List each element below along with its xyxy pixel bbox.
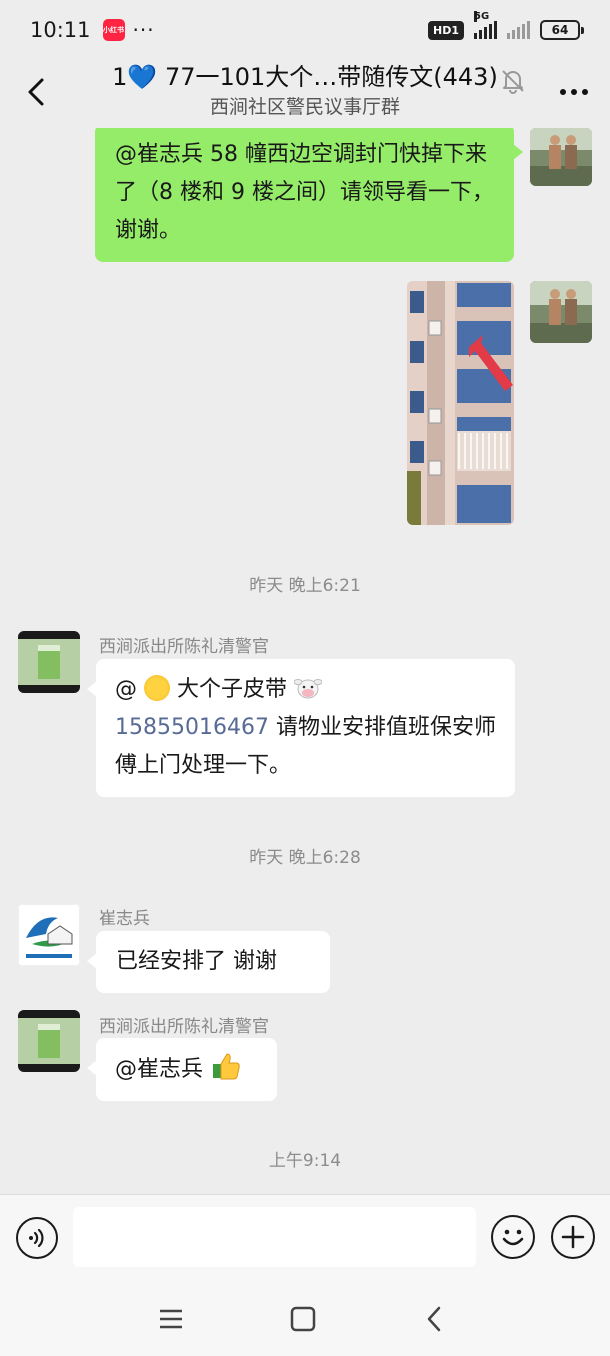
avatar-officer[interactable] bbox=[18, 1010, 80, 1072]
avatar-officer[interactable] bbox=[18, 631, 80, 693]
bell-off-icon bbox=[502, 70, 524, 94]
header-titles: 1💙 77一101大个…带随传文(443) 西涧社区警民议事厅群 bbox=[70, 60, 540, 120]
mention-name: 大个子皮带 bbox=[170, 677, 287, 702]
smiley-icon bbox=[502, 1229, 524, 1246]
avatar-self[interactable] bbox=[530, 128, 592, 186]
more-notifications-indicator: ··· bbox=[132, 18, 155, 42]
chevron-left-icon bbox=[28, 78, 44, 106]
sender-name: 西涧派出所陈礼清警官 bbox=[99, 1017, 269, 1037]
message-input[interactable] bbox=[73, 1207, 476, 1267]
building-photo bbox=[407, 281, 514, 525]
chat-title: 1💙 77一101大个…带随传文(443) bbox=[112, 63, 498, 91]
chat-subtitle: 西涧社区警民议事厅群 bbox=[209, 96, 400, 118]
more-icon bbox=[560, 89, 588, 95]
mention-symbol: @ bbox=[115, 677, 137, 702]
voice-button[interactable] bbox=[16, 1217, 58, 1259]
phone-number-link[interactable]: 15855016467 bbox=[115, 715, 269, 740]
message-text: @崔志兵 bbox=[115, 1057, 210, 1082]
cow-emoji-icon bbox=[294, 679, 322, 699]
recent-apps-button[interactable] bbox=[151, 1302, 191, 1336]
status-indicators: HD1 5G 64 bbox=[428, 11, 584, 40]
home-button[interactable] bbox=[283, 1302, 323, 1336]
sender-name: 西涧派出所陈礼清警官 bbox=[99, 637, 269, 657]
battery-icon: 64 bbox=[540, 20, 584, 40]
back-button[interactable] bbox=[18, 74, 54, 110]
voice-icon bbox=[29, 1228, 44, 1248]
more-actions-button[interactable] bbox=[551, 1215, 595, 1259]
hd-badge: HD1 bbox=[428, 20, 464, 40]
timestamp: 上午9:14 bbox=[268, 1151, 342, 1171]
menu-icon bbox=[160, 1309, 182, 1329]
square-icon bbox=[290, 1306, 316, 1332]
input-bar bbox=[0, 1194, 610, 1280]
emoji-button[interactable] bbox=[491, 1215, 535, 1259]
thumbs-up-emoji-icon bbox=[213, 1053, 240, 1080]
message-bubble-incoming[interactable]: @崔志兵 bbox=[87, 1038, 277, 1101]
signal-icon bbox=[507, 21, 530, 39]
message-text: @崔志兵 58 幢西边空调封门快掉下来了（8 楼和 9 楼之间）请领导看一下，谢… bbox=[115, 142, 494, 243]
avatar-photo bbox=[530, 281, 592, 343]
company-logo bbox=[18, 904, 80, 966]
avatar-self[interactable] bbox=[530, 281, 592, 343]
message-bubble-outgoing[interactable]: @崔志兵 58 幢西边空调封门快掉下来了（8 楼和 9 楼之间）请领导看一下，谢… bbox=[95, 128, 523, 262]
chat-header: 1💙 77一101大个…带随传文(443) 西涧社区警民议事厅群 bbox=[0, 60, 610, 128]
sender-name: 崔志兵 bbox=[99, 909, 150, 929]
chevron-left-icon bbox=[427, 1306, 441, 1332]
plus-icon bbox=[561, 1225, 585, 1249]
message-bubble-incoming[interactable]: @ 大个子皮带 15855016467 请物业安排值班保安师傅上门处理一下。 bbox=[87, 659, 515, 797]
avatar-property-company[interactable] bbox=[18, 904, 80, 966]
more-button[interactable] bbox=[554, 74, 594, 110]
message-bubble-incoming[interactable]: 已经安排了 谢谢 bbox=[87, 931, 330, 993]
avatar-photo bbox=[18, 631, 80, 693]
system-nav-bar bbox=[0, 1280, 610, 1356]
status-bar: 10:11 小红书 ··· HD1 5G 64 bbox=[0, 0, 610, 60]
avatar-photo bbox=[18, 1010, 80, 1072]
timestamp: 昨天 晚上6:21 bbox=[249, 576, 361, 596]
avatar-photo bbox=[530, 128, 592, 186]
status-time: 10:11 bbox=[30, 18, 91, 42]
signal-5g-icon: 5G bbox=[474, 11, 497, 39]
message-image-building[interactable] bbox=[407, 281, 514, 525]
nav-back-button[interactable] bbox=[414, 1302, 454, 1336]
chat-messages[interactable]: @崔志兵 58 幢西边空调封门快掉下来了（8 楼和 9 楼之间）请领导看一下，谢… bbox=[0, 128, 610, 1194]
timestamp: 昨天 晚上6:28 bbox=[249, 848, 361, 868]
sun-emoji-icon bbox=[144, 675, 170, 701]
app-notification-icon: 小红书 bbox=[102, 19, 125, 41]
message-text: 已经安排了 谢谢 bbox=[116, 949, 277, 974]
